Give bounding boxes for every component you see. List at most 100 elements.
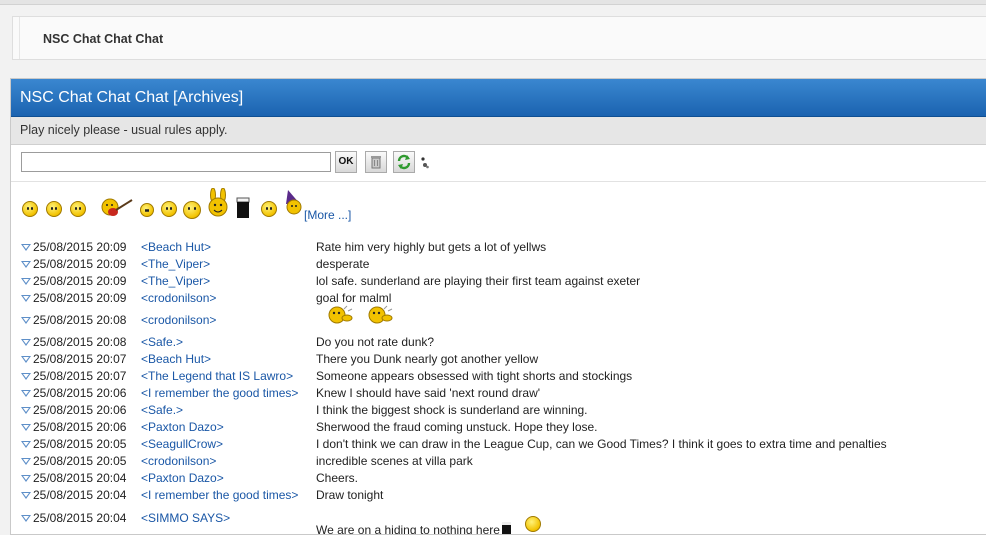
message-time: 25/08/2015 20:06	[33, 403, 127, 417]
refresh-button[interactable]	[393, 151, 415, 173]
ok-icon: OK	[338, 156, 354, 167]
message-time: 25/08/2015 20:09	[33, 291, 127, 305]
collapse-triangle-icon[interactable]	[21, 261, 31, 268]
clear-button[interactable]	[365, 151, 387, 173]
collapse-triangle-icon[interactable]	[21, 317, 31, 324]
message-user[interactable]: <The_Viper>	[141, 256, 210, 273]
trash-icon	[371, 156, 381, 169]
message-time: 25/08/2015 20:05	[33, 454, 127, 468]
bigsmile-icon[interactable]	[183, 201, 201, 219]
collapse-triangle-icon[interactable]	[21, 441, 31, 448]
cool-icon[interactable]	[70, 201, 86, 217]
message-time: 25/08/2015 20:04	[33, 488, 127, 502]
collapse-triangle-icon[interactable]	[21, 407, 31, 414]
collapse-triangle-icon[interactable]	[21, 492, 31, 499]
message-row: 25/08/2015 20:04 <SIMMO SAYS> We are on …	[11, 510, 986, 534]
message-user[interactable]: <Safe.>	[141, 402, 183, 419]
collapse-triangle-icon[interactable]	[21, 373, 31, 380]
wizard-icon[interactable]	[284, 186, 304, 216]
bunny-icon[interactable]	[207, 188, 229, 218]
message-user[interactable]: <SeagullCrow>	[141, 436, 223, 453]
message-row: 25/08/2015 20:07 <The Legend that IS Law…	[11, 368, 986, 385]
laugh-icon[interactable]	[161, 201, 177, 217]
message-time: 25/08/2015 20:04	[33, 471, 127, 485]
message-user[interactable]: <I remember the good times>	[141, 487, 298, 504]
breadcrumb-title[interactable]: NSC Chat Chat Chat	[43, 32, 163, 46]
message-input[interactable]	[21, 152, 331, 172]
message-text: We are on a hiding to nothing here	[316, 516, 541, 535]
wink-icon[interactable]	[261, 201, 277, 217]
message-row: 25/08/2015 20:09 <Beach Hut> Rate him ve…	[11, 239, 986, 256]
message-row: 25/08/2015 20:08 <crodonilson>	[11, 305, 986, 329]
message-time: 25/08/2015 20:07	[33, 352, 127, 366]
collapse-triangle-icon[interactable]	[21, 278, 31, 285]
message-user[interactable]: <Safe.>	[141, 334, 183, 351]
message-user[interactable]: <crodonilson>	[141, 290, 216, 307]
collapse-triangle-icon[interactable]	[21, 390, 31, 397]
message-text: Knew I should have said 'next round draw…	[316, 386, 541, 400]
message-row: 25/08/2015 20:07 <Beach Hut> There you D…	[11, 351, 986, 368]
collapse-triangle-icon[interactable]	[21, 475, 31, 482]
message-row: 25/08/2015 20:09 <crodonilson> goal for …	[11, 290, 986, 307]
grin-icon[interactable]	[140, 203, 154, 217]
message-user[interactable]: <SIMMO SAYS>	[141, 510, 230, 527]
message-user[interactable]: <Paxton Dazo>	[141, 470, 224, 487]
message-row: 25/08/2015 20:06 <Safe.> I think the big…	[11, 402, 986, 419]
message-time: 25/08/2015 20:09	[33, 274, 127, 288]
rules-notice: Play nicely please - usual rules apply.	[11, 117, 986, 145]
pint-icon	[501, 522, 511, 534]
clap-icon	[328, 305, 353, 324]
message-user[interactable]: <I remember the good times>	[141, 385, 298, 402]
message-user[interactable]: <crodonilson>	[141, 312, 216, 329]
collapse-triangle-icon[interactable]	[21, 295, 31, 302]
message-user[interactable]: <Beach Hut>	[141, 239, 211, 256]
message-text: Do you not rate dunk?	[316, 335, 435, 349]
top-edge	[0, 0, 986, 5]
message-text: Someone appears obsessed with tight shor…	[316, 369, 633, 383]
message-time: 25/08/2015 20:06	[33, 420, 127, 434]
pint-icon[interactable]	[236, 197, 250, 219]
message-text: desperate	[316, 257, 370, 271]
message-user[interactable]: <Paxton Dazo>	[141, 419, 224, 436]
message-user[interactable]: <The Legend that IS Lawro>	[141, 368, 293, 385]
collapse-triangle-icon[interactable]	[21, 244, 31, 251]
message-row: 25/08/2015 20:05 <SeagullCrow> I don't t…	[11, 436, 986, 453]
ok-button[interactable]: OK	[335, 151, 357, 173]
message-row: 25/08/2015 20:06 <Paxton Dazo> Sherwood …	[11, 419, 986, 436]
breadcrumb: NSC Chat Chat Chat	[12, 16, 986, 60]
message-time: 25/08/2015 20:08	[33, 335, 127, 349]
more-smilies-link[interactable]: [More ...]	[304, 208, 351, 222]
message-time: 25/08/2015 20:09	[33, 240, 127, 254]
message-user[interactable]: <The_Viper>	[141, 273, 210, 290]
collapse-triangle-icon[interactable]	[21, 339, 31, 346]
message-row: 25/08/2015 20:05 <crodonilson> incredibl…	[11, 453, 986, 470]
message-text: Sherwood the fraud coming unstuck. Hope …	[316, 420, 598, 434]
message-text: Rate him very highly but gets a lot of y…	[316, 240, 547, 254]
smile-icon	[524, 516, 541, 532]
message-text: lol safe. sunderland are playing their f…	[316, 274, 641, 288]
collapse-triangle-icon[interactable]	[21, 424, 31, 431]
chat-panel: NSC Chat Chat Chat [Archives] Play nicel…	[10, 78, 986, 535]
message-time: 25/08/2015 20:07	[33, 369, 127, 383]
sad-icon[interactable]	[46, 201, 62, 217]
message-user[interactable]: <Beach Hut>	[141, 351, 211, 368]
collapse-triangle-icon[interactable]	[21, 356, 31, 363]
message-text: I don't think we can draw in the League …	[316, 437, 887, 451]
message-row: 25/08/2015 20:04 <I remember the good ti…	[11, 487, 986, 504]
sound-icon[interactable]	[420, 156, 430, 170]
message-user[interactable]: <crodonilson>	[141, 453, 216, 470]
message-time: 25/08/2015 20:09	[33, 257, 127, 271]
message-row: 25/08/2015 20:06 <I remember the good ti…	[11, 385, 986, 402]
message-row: 25/08/2015 20:09 <The_Viper> lol safe. s…	[11, 273, 986, 290]
collapse-triangle-icon[interactable]	[21, 458, 31, 465]
message-text-content: We are on a hiding to nothing here	[316, 523, 500, 535]
message-text: There you Dunk nearly got another yellow	[316, 352, 539, 366]
collapse-triangle-icon[interactable]	[21, 515, 31, 522]
message-row: 25/08/2015 20:08 <Safe.> Do you not rate…	[11, 334, 986, 351]
smile-icon[interactable]	[22, 201, 38, 217]
message-text: Draw tonight	[316, 488, 384, 502]
message-time: 25/08/2015 20:06	[33, 386, 127, 400]
message-text: I think the biggest shock is sunderland …	[316, 403, 588, 417]
chat-controls: OK	[11, 145, 986, 182]
guitar-icon[interactable]	[100, 195, 134, 219]
